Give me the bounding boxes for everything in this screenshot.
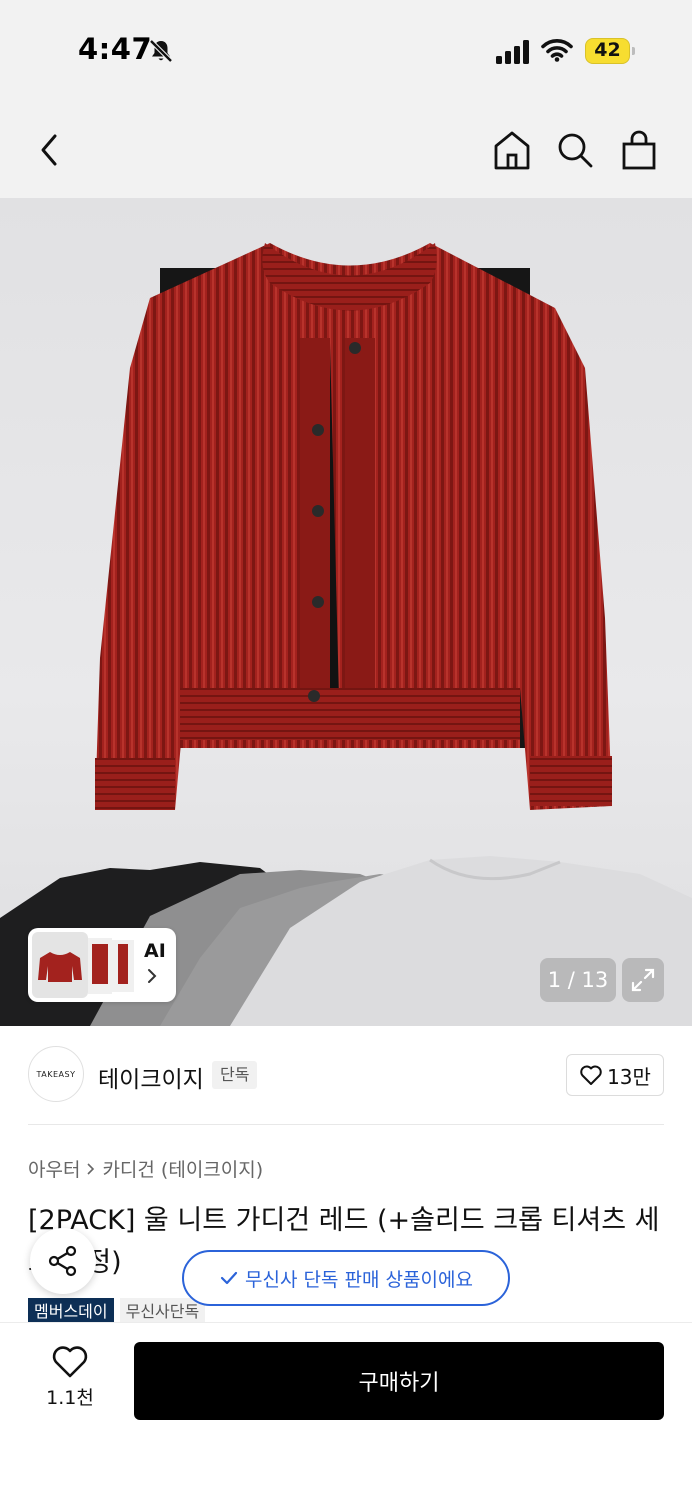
thumbnail-cardigan-image	[38, 952, 82, 982]
brand-logo[interactable]: TAKEASY	[28, 1046, 84, 1102]
back-button[interactable]	[28, 128, 70, 172]
status-time: 4:47	[78, 32, 153, 66]
home-button[interactable]	[491, 128, 533, 172]
heart-outline-icon	[52, 1346, 88, 1378]
chevron-right-icon	[87, 1162, 95, 1175]
status-bar: 4:47 42	[0, 0, 692, 100]
brand-name[interactable]: 테이크이지	[98, 1060, 204, 1094]
exclusive-toast: 무신사 단독 판매 상품이에요	[182, 1250, 510, 1306]
image-page-counter: 1 / 13	[540, 958, 616, 1002]
breadcrumb: 아우터 카디건 (테이크이지)	[28, 1155, 263, 1182]
top-nav-bar	[0, 100, 692, 198]
thumbnail-3[interactable]	[112, 940, 134, 992]
cart-button[interactable]	[618, 128, 660, 172]
home-icon	[494, 131, 530, 170]
battery-icon: 42	[585, 38, 635, 64]
cellular-signal-icon	[496, 40, 529, 64]
battery-level: 42	[594, 39, 621, 61]
search-button[interactable]	[554, 128, 596, 172]
brand-like-count: 13만	[607, 1064, 651, 1089]
expand-image-button[interactable]	[622, 958, 664, 1002]
search-icon	[558, 133, 593, 168]
chevron-right-icon	[148, 969, 157, 983]
heart-outline-icon	[580, 1065, 602, 1085]
divider	[28, 1124, 664, 1125]
bell-slash-icon	[149, 39, 173, 63]
product-badges: 멤버스데이 무신사단독	[28, 1298, 206, 1322]
wishlist-button[interactable]: 1.1천	[34, 1345, 106, 1417]
breadcrumb-subcategory[interactable]: 카디건 (테이크이지)	[102, 1155, 263, 1182]
bottom-action-bar: 1.1천 구매하기	[0, 1322, 692, 1500]
shopping-bag-icon	[622, 130, 656, 170]
buy-button[interactable]: 구매하기	[134, 1342, 664, 1420]
expand-icon	[631, 968, 655, 992]
musinsa-exclusive-badge: 무신사단독	[119, 1298, 206, 1322]
share-icon	[48, 1245, 77, 1277]
thumbnail-1[interactable]	[32, 932, 88, 998]
exclusive-tag: 단독	[212, 1061, 258, 1089]
wifi-icon	[541, 39, 573, 62]
breadcrumb-category[interactable]: 아우터	[28, 1155, 80, 1182]
member-day-badge: 멤버스데이	[28, 1298, 114, 1322]
product-image	[0, 243, 692, 1026]
wishlist-count: 1.1천	[46, 1387, 94, 1409]
check-icon	[220, 1271, 238, 1285]
ai-label: AI	[144, 940, 166, 962]
ai-thumbnail-strip[interactable]: AI	[28, 928, 176, 1002]
back-chevron-icon	[41, 134, 57, 166]
product-image-gallery[interactable]: AI 1 / 13	[0, 198, 692, 1026]
toast-text: 무신사 단독 판매 상품이에요	[245, 1268, 473, 1291]
share-button[interactable]	[30, 1228, 96, 1294]
thumbnail-2[interactable]	[88, 938, 112, 994]
brand-like-button[interactable]: 13만	[566, 1054, 664, 1096]
brand-row: TAKEASY 테이크이지 단독 13만	[0, 1026, 692, 1126]
